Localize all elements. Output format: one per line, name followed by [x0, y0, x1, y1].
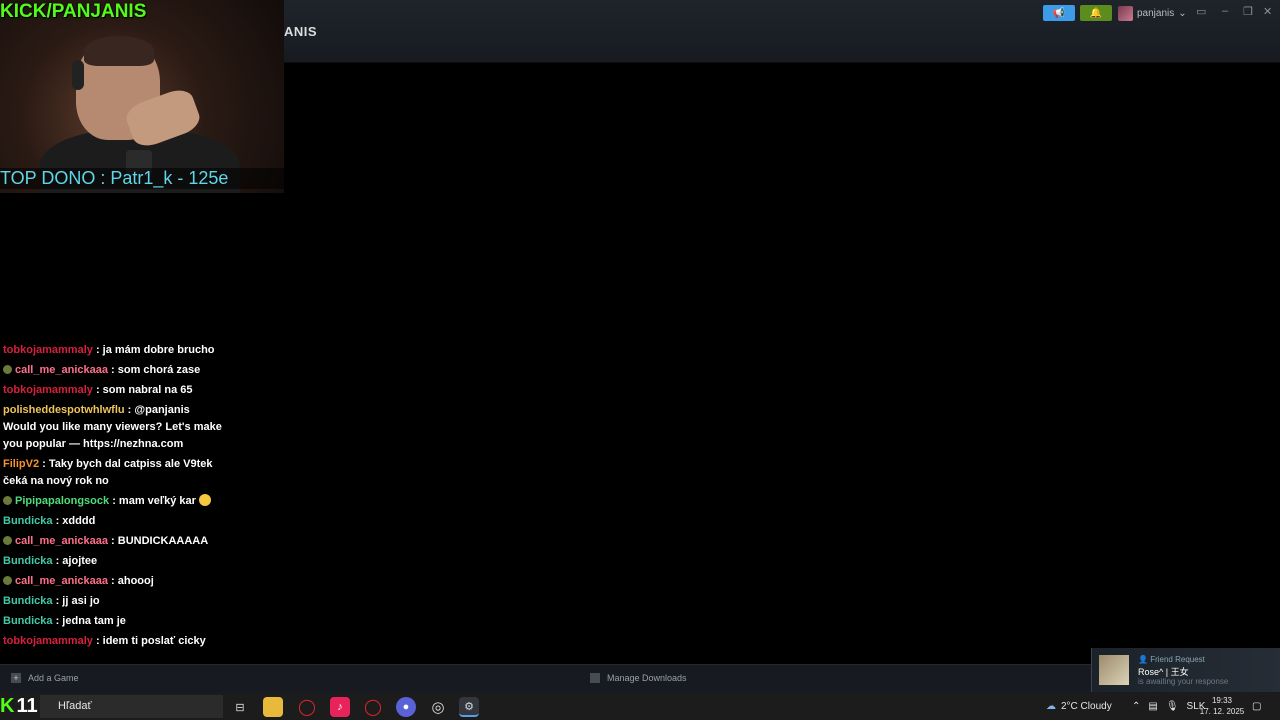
chat-username: Bundicka	[3, 595, 53, 607]
obs-icon[interactable]: ◎	[428, 697, 448, 717]
opera-gx-icon[interactable]: ◯	[297, 697, 317, 717]
windows-taskbar: K 11 Hľadať ⊟ ◯ ♪ ◯ ● ◎ ⚙ ☁ 2°C Cloudy ⌃…	[0, 693, 1280, 720]
chat-overlay: tobkojamammaly : ja mám dobre brucho cal…	[3, 342, 225, 653]
opera-icon[interactable]: ◯	[363, 697, 383, 717]
kick-handle: KICK/PANJANIS	[0, 1, 147, 22]
chat-text: : mam veľký kar	[112, 495, 196, 507]
minimize-icon[interactable]: –	[1222, 5, 1228, 17]
search-placeholder: Hľadať	[58, 700, 92, 712]
clock-date: 17. 12. 2025	[1199, 707, 1245, 716]
chat-username: Bundicka	[3, 515, 53, 527]
chat-username: tobkojamammaly	[3, 384, 93, 396]
chat-text: : idem ti poslať cicky	[95, 635, 206, 647]
chat-username: FilipV2	[3, 458, 40, 470]
headset	[72, 60, 84, 90]
chat-message: Bundicka : xdddd	[3, 513, 225, 530]
subscriber-badge-icon	[3, 365, 12, 374]
chat-username: call_me_anickaaa	[15, 535, 108, 547]
add-game-label: Add a Game	[28, 673, 79, 683]
download-icon	[590, 673, 600, 683]
file-explorer-icon[interactable]	[263, 697, 283, 717]
manage-downloads-label: Manage Downloads	[607, 673, 687, 683]
chat-message: call_me_anickaaa : ahoooj	[3, 573, 225, 590]
weather-widget[interactable]: ☁ 2°C Cloudy	[1046, 693, 1112, 720]
chat-text: : BUNDICKAAAAA	[111, 535, 209, 547]
steam-icon[interactable]: ⚙	[459, 697, 479, 717]
overlay-number: 11	[16, 695, 38, 717]
chat-message: Bundicka : jedna tam je	[3, 613, 225, 630]
chat-message: tobkojamammaly : som nabral na 65	[3, 382, 225, 399]
chat-text: : ja mám dobre brucho	[95, 344, 215, 356]
notification-center-icon[interactable]: ▢	[1252, 693, 1261, 720]
chat-text: : som chorá zase	[111, 364, 201, 376]
chat-message: FilipV2 : Taky bych dal catpiss ale V9te…	[3, 456, 225, 490]
chevron-up-icon[interactable]: ⌃	[1132, 701, 1140, 712]
maximize-icon[interactable]: ❐	[1243, 5, 1253, 18]
discord-icon[interactable]: ●	[396, 697, 416, 717]
chat-message: tobkojamammaly : ja mám dobre brucho	[3, 342, 225, 359]
friend-avatar	[1099, 655, 1129, 685]
chat-username: tobkojamammaly	[3, 635, 93, 647]
chat-username: Pipipapalongsock	[15, 495, 110, 507]
avatar	[1118, 5, 1133, 21]
chat-text: : xdddd	[55, 515, 96, 527]
notifications-button[interactable]: 🔔	[1080, 5, 1112, 21]
weather-label: 2°C Cloudy	[1061, 701, 1112, 712]
chat-username: call_me_anickaaa	[15, 575, 108, 587]
friend-request-status: is awaiting your response	[1138, 677, 1229, 686]
top-donor-banner: TOP DONO : Patr1_k - 125e	[0, 168, 284, 189]
friend-request-heading: 👤 Friend Request	[1138, 655, 1205, 664]
webcam-overlay: KICK/PANJANIS TOP DONO : Patr1_k - 125e	[0, 0, 284, 193]
taskbar-search[interactable]: Hľadať	[40, 695, 223, 718]
announce-button[interactable]: 📢	[1043, 5, 1075, 21]
chat-message: call_me_anickaaa : BUNDICKAAAAA	[3, 533, 225, 550]
steam-footer: + Add a Game Manage Downloads	[0, 664, 1280, 694]
subscriber-badge-icon	[3, 576, 12, 585]
chat-message: tobkojamammaly : idem ti poslať cicky	[3, 633, 225, 650]
kick-logo: K	[0, 695, 15, 717]
chat-text: : som nabral na 65	[95, 384, 193, 396]
chat-text: : jj asi jo	[55, 595, 100, 607]
chat-username: Bundicka	[3, 555, 53, 567]
page-title: ANIS	[284, 24, 318, 39]
clock[interactable]: 19:33 17. 12. 2025	[1197, 695, 1247, 717]
cloud-icon: ☁	[1046, 701, 1056, 712]
microphone-icon[interactable]: 🎙	[1166, 701, 1179, 712]
chat-username: tobkojamammaly	[3, 344, 93, 356]
friend-request-toast[interactable]: 👤 Friend Request Rose^ | 王女 is awaiting …	[1091, 648, 1280, 692]
chat-message: Pipipapalongsock : mam veľký kar	[3, 493, 225, 510]
username-label: panjanis	[1137, 7, 1175, 19]
close-icon[interactable]: ✕	[1263, 5, 1272, 18]
add-friend-icon: 👤	[1138, 655, 1148, 664]
plus-icon: +	[11, 673, 21, 683]
tiktok-icon[interactable]: ♪	[330, 697, 350, 717]
chat-username: call_me_anickaaa	[15, 364, 108, 376]
chat-username: Bundicka	[3, 615, 53, 627]
add-game-button[interactable]: + Add a Game	[11, 673, 79, 683]
chat-message: Bundicka : ajojtee	[3, 553, 225, 570]
chat-message: polisheddespotwhlwflu : @panjanis Would …	[3, 402, 225, 453]
chat-message: call_me_anickaaa : som chorá zase	[3, 362, 225, 379]
chat-text: : jedna tam je	[55, 615, 126, 627]
megaphone-icon: 📢	[1052, 7, 1066, 19]
subscriber-badge-icon	[3, 496, 12, 505]
manage-downloads-button[interactable]: Manage Downloads	[590, 673, 687, 683]
user-menu[interactable]: panjanis ⌄	[1118, 5, 1187, 21]
chat-message: Bundicka : jj asi jo	[3, 593, 225, 610]
chat-text: : ahoooj	[111, 575, 154, 587]
bell-icon: 🔔	[1089, 7, 1103, 19]
big-picture-icon[interactable]: ▭	[1196, 5, 1206, 18]
smiley-emoji-icon	[199, 494, 212, 506]
chat-text: : ajojtee	[55, 555, 98, 567]
clock-time: 19:33	[1211, 696, 1233, 705]
chevron-down-icon: ⌄	[1178, 7, 1187, 19]
streamer-hair	[84, 36, 154, 66]
task-view-icon[interactable]: ⊟	[230, 697, 250, 717]
system-tray: ⌃ ▤ 🎙 SLK	[1132, 693, 1205, 720]
subscriber-badge-icon	[3, 536, 12, 545]
chat-username: polisheddespotwhlwflu	[3, 404, 125, 416]
network-icon[interactable]: ▤	[1148, 701, 1157, 712]
